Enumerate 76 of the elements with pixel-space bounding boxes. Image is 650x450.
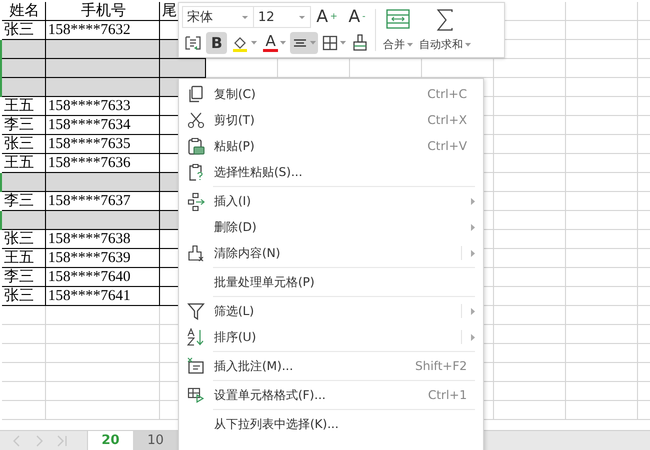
shaded-cell [2, 59, 46, 78]
caret-icon [280, 41, 286, 45]
table-cell: 王五 [2, 249, 46, 268]
table-cell: 李三 [2, 268, 46, 287]
font-color-button[interactable]: A [261, 32, 288, 54]
bold-button[interactable]: B [206, 32, 228, 54]
menu-item[interactable]: 排序(U) [179, 324, 483, 350]
caret-icon [298, 14, 306, 20]
filter-icon [187, 302, 205, 320]
brush-icon [352, 34, 368, 52]
menu-item[interactable]: 设置单元格格式(F)... Ctrl+1 [179, 382, 483, 408]
shaded-cell [2, 40, 46, 59]
caret-icon [310, 41, 316, 45]
table-cell: 158****7640 [46, 268, 160, 287]
menu-item[interactable]: 批量处理单元格(P) [179, 269, 483, 295]
menu-item[interactable]: 清除内容(N) [179, 240, 483, 266]
shaded-cell [2, 173, 46, 192]
scissors-icon [187, 110, 205, 130]
increase-font-button[interactable]: A$^{+}$ [313, 6, 341, 28]
table-cell: 158****7639 [46, 249, 160, 268]
caret-icon [465, 42, 471, 46]
table-cell: 158****7635 [46, 135, 160, 154]
shortcut-text: Ctrl+C [427, 87, 467, 101]
table-cell: 李三 [2, 116, 46, 135]
table-cell: 王五 [2, 97, 46, 116]
menu-item[interactable]: 粘贴(P) Ctrl+V [179, 133, 483, 159]
table-cell: 张三 [2, 287, 46, 306]
eraser-icon [187, 244, 205, 262]
shortcut-text: Ctrl+X [427, 113, 467, 127]
menu-item[interactable]: 删除(D) [179, 214, 483, 240]
shortcut-text: Ctrl+1 [428, 388, 467, 402]
sheet-tab[interactable]: 20 [88, 431, 133, 450]
insert-cells-icon [187, 192, 205, 210]
sheet-tab[interactable]: 10 [133, 431, 178, 450]
table-cell: 158****7633 [46, 97, 160, 116]
menu-item[interactable]: 复制(C) Ctrl+C [179, 81, 483, 107]
borders-icon [322, 35, 338, 51]
menu-item[interactable]: 从下拉列表中选择(K)... [179, 411, 483, 437]
table-cell: 张三 [2, 135, 46, 154]
column-header: 手机号 [46, 2, 160, 21]
caret-icon [407, 42, 413, 46]
clipboard-icon [187, 136, 205, 156]
wrap-icon [184, 34, 202, 52]
menu-item[interactable]: 剪切(T) Ctrl+X [179, 107, 483, 133]
caret-icon [251, 41, 258, 45]
column-header: 姓名 [2, 2, 46, 21]
table-cell: 158****7638 [46, 230, 160, 249]
format-cells-icon [187, 386, 205, 404]
decrease-font-button[interactable]: A$^{-}$ [343, 6, 371, 28]
shortcut-text: Shift+F2 [415, 359, 467, 373]
shaded-cell [2, 211, 46, 230]
caret-icon [241, 14, 249, 20]
last-icon [56, 434, 68, 448]
comment-icon [187, 356, 205, 376]
shaded-cell [2, 78, 46, 97]
table-cell: 158****7641 [46, 287, 160, 306]
menu-item[interactable]: 插入批注(M)... Shift+F2 [179, 353, 483, 379]
menu-item[interactable]: 插入(I) [179, 188, 483, 214]
font-size-dropdown[interactable]: 12 [253, 6, 311, 28]
align-button[interactable] [290, 32, 318, 54]
merge-cells-icon [386, 9, 410, 29]
menu-item[interactable]: 选择性粘贴(S)... [179, 159, 483, 185]
next-icon [34, 434, 44, 448]
caret-icon [340, 41, 346, 45]
autosum-button[interactable]: 自动求和 [416, 5, 474, 55]
sigma-icon [435, 9, 455, 31]
previous-icon [12, 434, 22, 448]
sort-icon [187, 328, 205, 346]
clipboard-question-icon [187, 162, 205, 182]
merge-button[interactable]: 合并 [380, 5, 416, 55]
menu-item[interactable]: 筛选(L) [179, 298, 483, 324]
copy-icon [187, 84, 205, 104]
table-cell: 张三 [2, 230, 46, 249]
font-dropdown[interactable]: 宋体 [182, 6, 254, 28]
table-cell: 158****7634 [46, 116, 160, 135]
shortcut-text: Ctrl+V [427, 139, 467, 153]
